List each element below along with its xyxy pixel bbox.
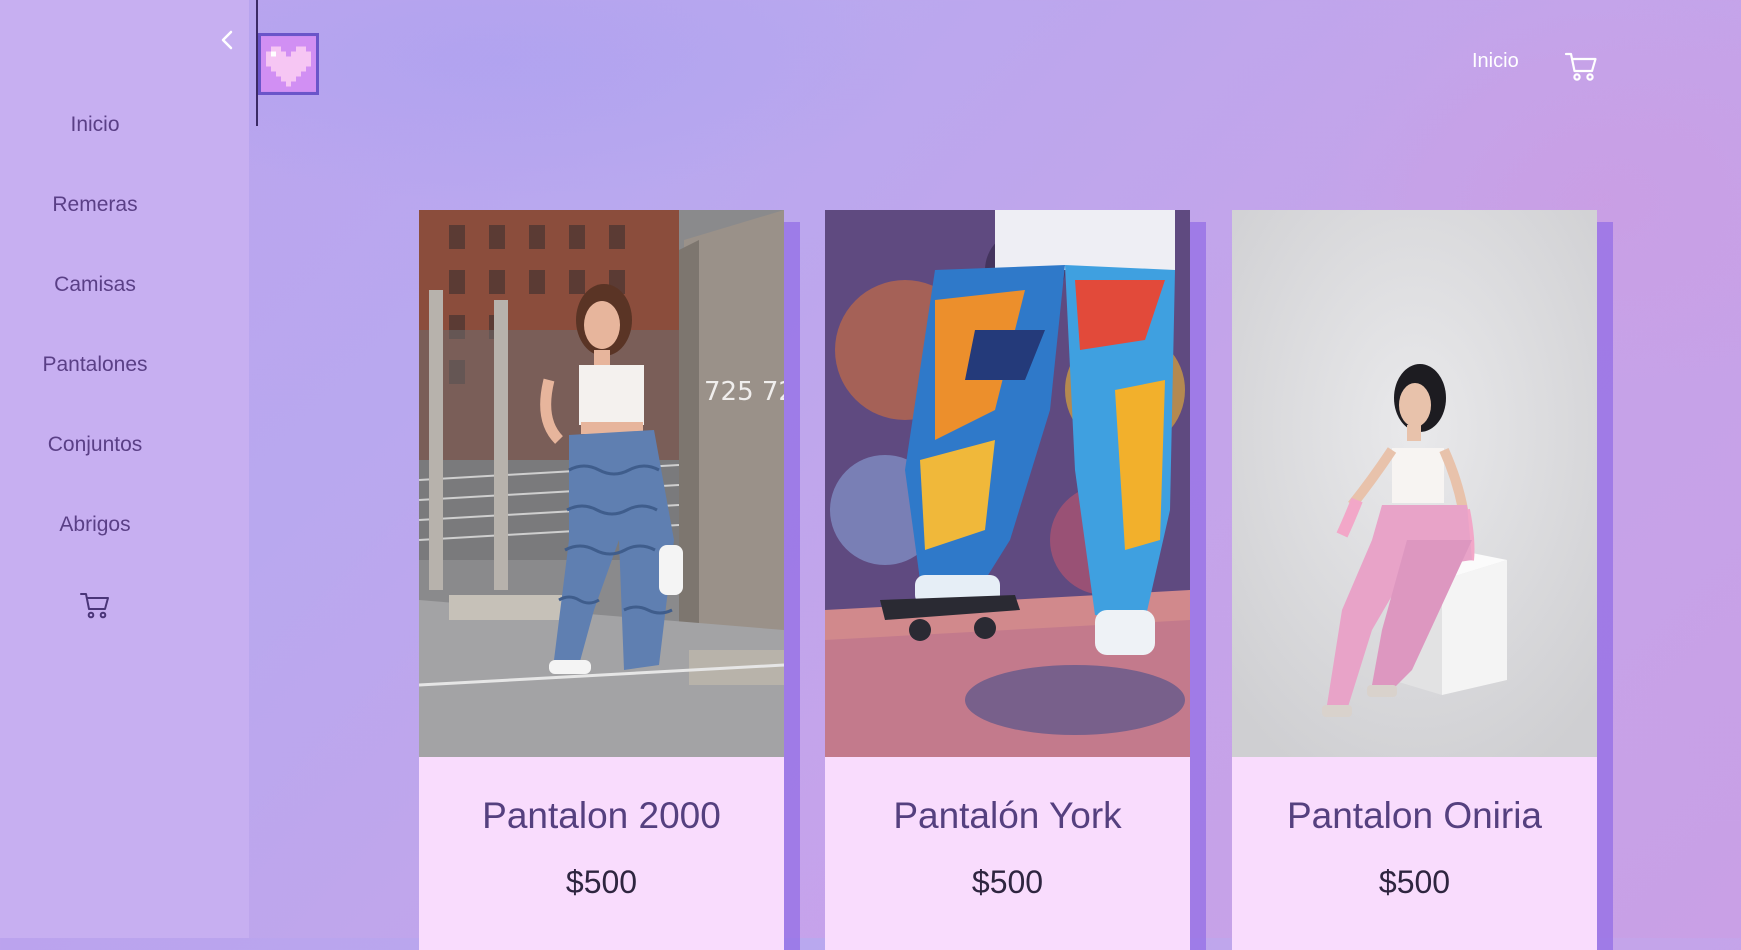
sidebar-item-inicio[interactable]: Inicio <box>0 100 190 180</box>
product-name: Pantalon 2000 <box>482 795 721 836</box>
product-card[interactable]: Pantalón York $500 <box>825 210 1190 950</box>
sidebar-item-camisas[interactable]: Camisas <box>0 260 190 340</box>
shopping-cart-icon <box>1564 52 1597 81</box>
svg-text:725 724: 725 724 <box>704 377 784 407</box>
sidebar-item-pantalones[interactable]: Pantalones <box>0 340 190 420</box>
product-name: Pantalón York <box>893 795 1122 836</box>
sidebar-item-abrigos[interactable]: Abrigos <box>0 500 190 580</box>
product-name: Pantalon Oniria <box>1286 795 1543 836</box>
product-price: $500 <box>565 864 638 900</box>
pixel-heart-icon <box>261 36 316 92</box>
shopping-cart-icon <box>80 593 109 619</box>
woman-in-pink-pants-sitting-on-cube-photo <box>1232 210 1597 757</box>
product-price: $500 <box>1378 864 1451 900</box>
sidebar-item-conjuntos[interactable]: Conjuntos <box>0 420 190 500</box>
sidebar-collapse-button[interactable] <box>212 26 242 54</box>
sidebar-cart-button[interactable] <box>0 580 190 630</box>
product-card[interactable]: 725 724 <box>419 210 784 950</box>
chevron-left-icon <box>221 30 233 50</box>
sidebar: Inicio Remeras Camisas Pantalones Conjun… <box>0 0 249 938</box>
woman-in-wavy-blue-jeans-on-rooftop-photo: 725 724 <box>419 210 784 757</box>
header-cart-button[interactable] <box>1564 50 1598 82</box>
product-price: $500 <box>971 864 1044 900</box>
logo[interactable] <box>258 33 319 95</box>
graffiti-print-pants-on-skateboard-photo <box>825 210 1190 757</box>
product-card[interactable]: Pantalon Oniria $500 <box>1232 210 1597 950</box>
header-nav-inicio[interactable]: Inicio <box>1472 50 1519 73</box>
sidebar-nav: Inicio Remeras Camisas Pantalones Conjun… <box>0 100 190 630</box>
sidebar-item-remeras[interactable]: Remeras <box>0 180 190 260</box>
